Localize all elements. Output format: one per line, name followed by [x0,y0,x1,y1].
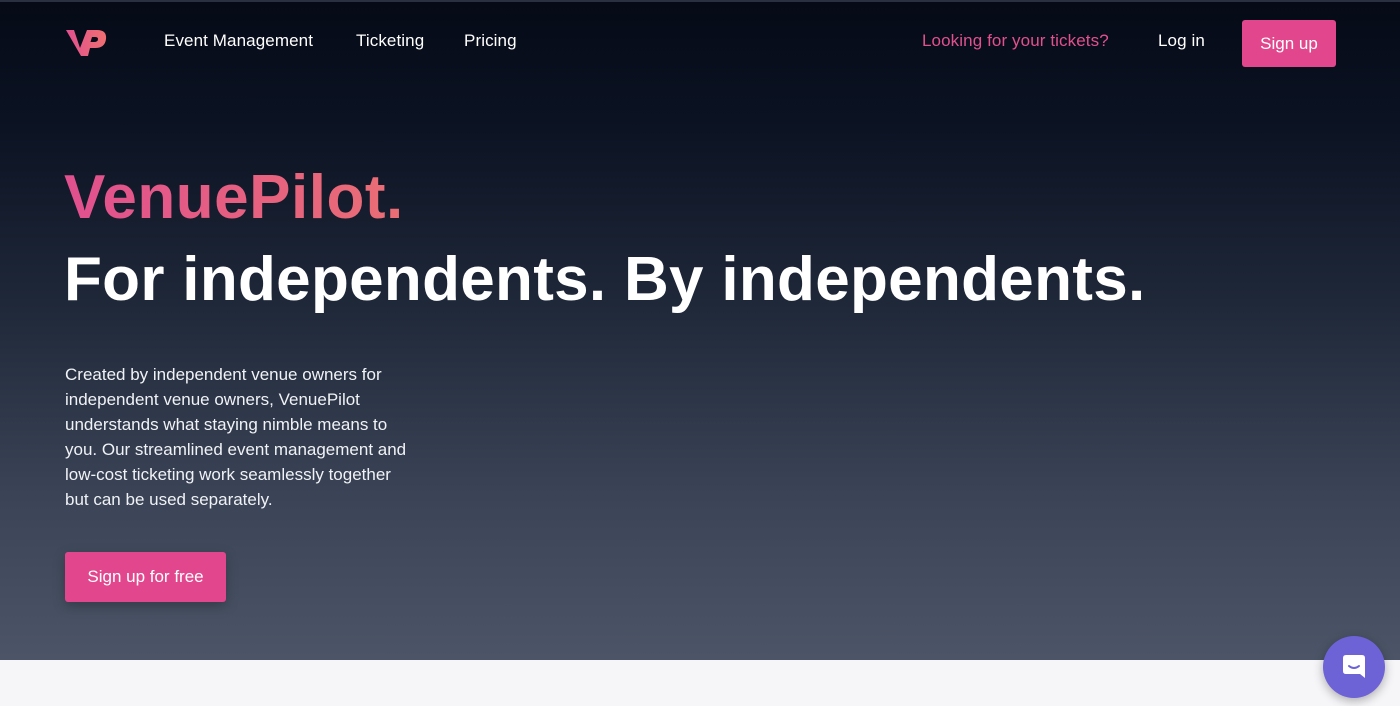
signup-free-button[interactable]: Sign up for free [65,552,226,602]
hero-headline: For independents. By independents. [64,245,1146,314]
signup-button[interactable]: Sign up [1242,20,1336,67]
top-border [0,0,1400,2]
find-tickets-link[interactable]: Looking for your tickets? [922,31,1109,51]
hero-section: Event Management Ticketing Pricing Looki… [0,0,1400,660]
brand-title: VenuePilot. [64,163,404,232]
login-link[interactable]: Log in [1158,31,1205,51]
chat-bubble-icon[interactable] [1323,636,1385,698]
nav-ticketing[interactable]: Ticketing [356,31,424,51]
hero-description: Created by independent venue owners for … [65,365,407,509]
nav-pricing[interactable]: Pricing [464,31,517,51]
lower-section [0,660,1400,706]
nav-event-management[interactable]: Event Management [164,31,313,51]
vp-logo-icon[interactable] [64,26,108,60]
